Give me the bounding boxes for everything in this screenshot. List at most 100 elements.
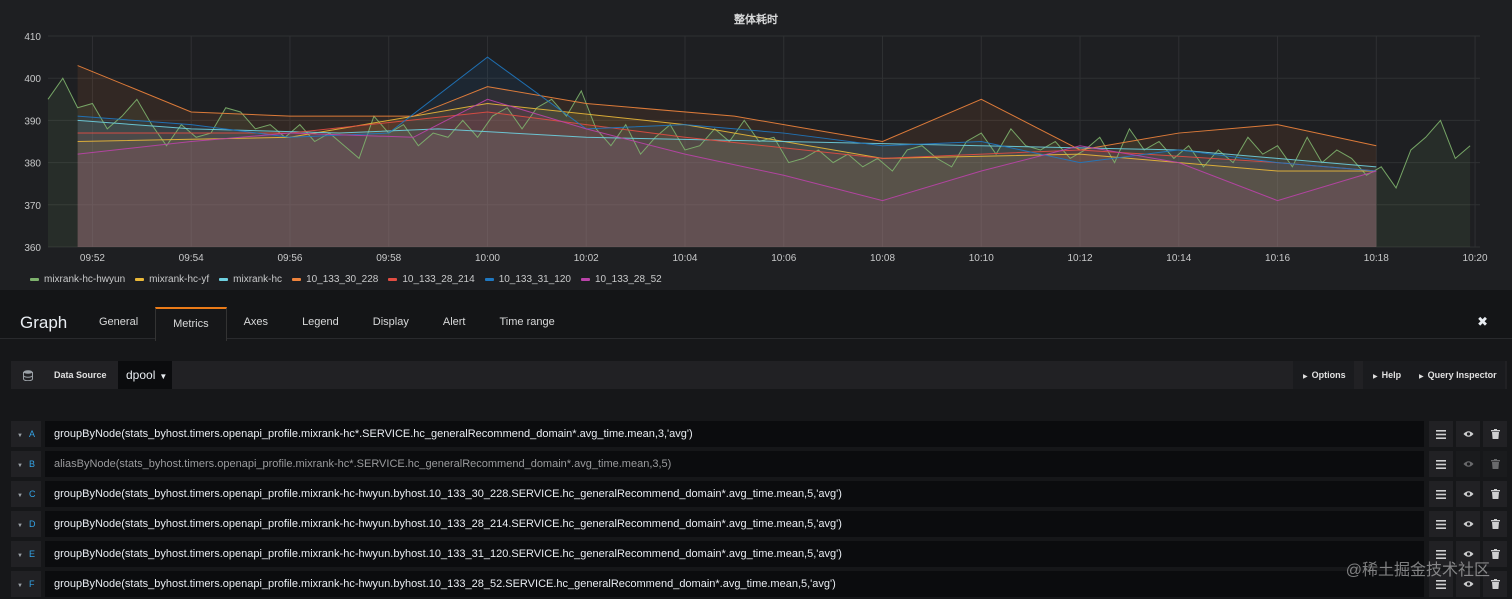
x-tick-label: 10:12 [1068, 253, 1093, 264]
x-tick-label: 09:56 [277, 253, 302, 264]
legend-item[interactable]: 10_133_28_52 [581, 272, 662, 286]
datasource-row: Data Source dpool ▼ ▶ Options ▶ Help ▶ Query… [11, 361, 1507, 389]
query-handle[interactable]: ▼ A [11, 421, 41, 447]
x-tick-label: 10:14 [1166, 253, 1191, 264]
query-input[interactable]: groupByNode(stats_byhost.timers.openapi_… [45, 571, 1424, 597]
query-handle[interactable]: ▼ F [11, 571, 41, 597]
query-row-e: ▼ EgroupByNode(stats_byhost.timers.openap… [11, 541, 1507, 567]
trash-icon[interactable] [1483, 451, 1507, 477]
x-tick-label: 10:02 [574, 253, 599, 264]
x-tick-label: 10:04 [672, 253, 697, 264]
datasource-label: Data Source [54, 370, 107, 380]
query-ref: A [28, 429, 35, 439]
caret-down-icon: ▼ [17, 493, 23, 499]
query-input[interactable]: aliasByNode(stats_byhost.timers.openapi_… [45, 451, 1424, 477]
query-row-a: ▼ AgroupByNode(stats_byhost.timers.openap… [11, 421, 1507, 447]
panel-title: 整体耗时 [734, 14, 778, 26]
caret-down-icon: ▼ [17, 463, 23, 469]
datasource-select[interactable]: dpool ▼ [118, 361, 172, 389]
query-row-c: ▼ CgroupByNode(stats_byhost.timers.openap… [11, 481, 1507, 507]
query-input[interactable]: groupByNode(stats_byhost.timers.openapi_… [45, 421, 1424, 447]
legend-swatch [30, 277, 39, 281]
legend-swatch [484, 277, 494, 281]
legend-item[interactable]: 10_133_30_228 [292, 272, 378, 286]
legend-item[interactable]: mixrank-hc [219, 272, 282, 286]
legend-swatch [135, 277, 145, 281]
caret-right-icon: ▶ [1373, 374, 1378, 380]
watermark: @稀土掘金技术社区 [1345, 562, 1490, 579]
options-button[interactable]: ▶ Options [1293, 361, 1354, 389]
hamburger-icon[interactable] [1429, 421, 1453, 447]
legend-label: 10_133_31_120 [498, 273, 571, 285]
query-handle[interactable]: ▼ E [11, 541, 41, 567]
legend-swatch [219, 277, 229, 281]
y-tick-label: 390 [24, 116, 41, 127]
query-input[interactable]: groupByNode(stats_byhost.timers.openapi_… [45, 511, 1424, 537]
tab-general[interactable]: General [82, 307, 155, 338]
x-tick-label: 09:58 [376, 253, 401, 264]
query-inspector-button[interactable]: ▶ Query Inspector [1409, 361, 1505, 389]
options-label: Options [1311, 370, 1346, 380]
trash-icon[interactable] [1483, 511, 1507, 537]
legend-item[interactable]: mixrank-hc-hwyun [30, 272, 125, 286]
caret-down-icon: ▼ [17, 583, 23, 589]
legend-swatch [292, 277, 302, 281]
tab-legend[interactable]: Legend [285, 307, 356, 338]
eye-icon[interactable] [1456, 421, 1480, 447]
database-icon [23, 370, 33, 381]
x-tick-label: 10:06 [771, 253, 796, 264]
caret-down-icon: ▼ [17, 523, 23, 529]
chart: 360 370 380 390 400 410 09:52 09:54 09:56 09:58 10… [24, 32, 1488, 264]
x-tick-label: 10:08 [870, 253, 895, 264]
y-tick-label: 360 [24, 243, 41, 254]
legend-label: 10_133_30_228 [306, 273, 379, 285]
x-tick-label: 10:00 [475, 253, 500, 264]
legend-label: mixrank-hc-hwyun [44, 273, 126, 285]
caret-right-icon: ▶ [1419, 374, 1424, 380]
caret-right-icon: ▶ [1303, 374, 1308, 380]
trash-icon[interactable] [1483, 421, 1507, 447]
trash-icon[interactable] [1483, 481, 1507, 507]
hamburger-icon[interactable] [1429, 511, 1453, 537]
query-row-f: ▼ FgroupByNode(stats_byhost.timers.openap… [11, 571, 1507, 597]
tab-time-range[interactable]: Time range [482, 307, 571, 338]
tab-display[interactable]: Display [356, 307, 426, 338]
y-tick-label: 410 [24, 32, 41, 43]
editor-title: Graph [20, 313, 68, 332]
x-tick-label: 09:54 [179, 253, 204, 264]
legend-label: 10_133_28_52 [595, 273, 662, 285]
query-handle[interactable]: ▼ D [11, 511, 41, 537]
legend-item[interactable]: 10_133_28_214 [388, 272, 475, 286]
query-handle[interactable]: ▼ C [11, 481, 41, 507]
legend-item[interactable]: mixrank-hc-yf [135, 272, 209, 286]
x-tick-label: 10:10 [969, 253, 994, 264]
y-tick-label: 380 [24, 159, 41, 170]
y-tick-label: 370 [24, 201, 41, 212]
legend-item[interactable]: 10_133_31_120 [484, 272, 571, 286]
caret-down-icon: ▼ [17, 553, 23, 559]
query-handle[interactable]: ▼ B [11, 451, 41, 477]
query-input[interactable]: groupByNode(stats_byhost.timers.openapi_… [45, 541, 1424, 567]
panel-editor-header: Graph General Metrics Axes Legend Display Ale… [0, 290, 1512, 341]
eye-icon[interactable] [1456, 511, 1480, 537]
tab-alert[interactable]: Alert [426, 307, 483, 338]
legend-label: mixrank-hc-yf [149, 273, 210, 285]
hamburger-icon[interactable] [1429, 451, 1453, 477]
eye-icon[interactable] [1456, 451, 1480, 477]
chart-legend: mixrank-hc-hwyun mixrank-hc-yf mixrank-hc 1… [30, 272, 662, 286]
legend-swatch [388, 277, 398, 281]
query-input[interactable]: groupByNode(stats_byhost.timers.openapi_… [45, 481, 1424, 507]
legend-label: 10_133_28_214 [402, 273, 475, 285]
eye-icon[interactable] [1456, 481, 1480, 507]
tab-metrics[interactable]: Metrics [155, 307, 227, 341]
tab-axes[interactable]: Axes [227, 307, 285, 338]
legend-label: mixrank-hc [233, 273, 283, 285]
legend-swatch [581, 277, 590, 281]
query-inspector-label: Query Inspector [1427, 370, 1497, 380]
query-ref: E [28, 549, 35, 559]
x-tick-label: 10:20 [1463, 253, 1488, 264]
hamburger-icon[interactable] [1429, 481, 1453, 507]
help-button[interactable]: ▶ Help [1363, 361, 1410, 389]
close-editor-button[interactable]: ✖ [1477, 314, 1488, 330]
query-row-d: ▼ DgroupByNode(stats_byhost.timers.openap… [11, 511, 1507, 537]
